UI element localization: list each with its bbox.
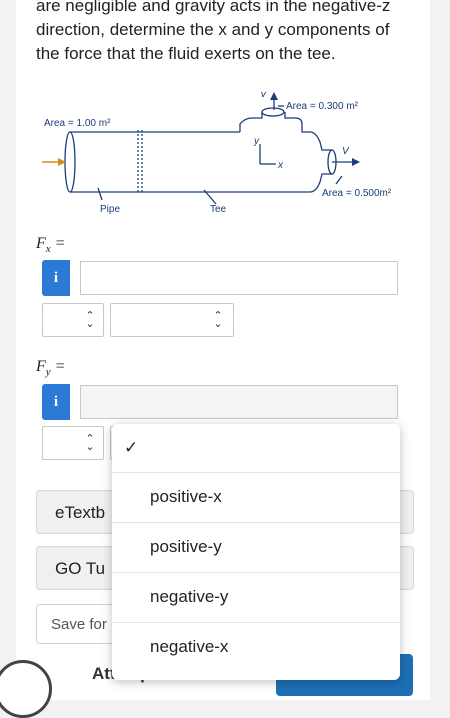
velocity-right-label: V xyxy=(342,146,350,157)
dropdown-item-positive-y[interactable]: positive-y xyxy=(112,522,400,572)
dropdown-item-empty[interactable]: ✓ xyxy=(112,424,400,472)
fy-label: Fy = xyxy=(36,358,65,378)
dropdown-item-positive-x[interactable]: positive-x xyxy=(112,472,400,522)
tee-label: Tee xyxy=(210,204,227,215)
fx-label: Fx = xyxy=(36,235,65,255)
problem-line-1: are negligible and gravity acts in the n… xyxy=(36,0,391,15)
area-top-label: Area = 0.300 m² xyxy=(286,101,359,112)
fx-units-select[interactable]: ⌃ ⌄ xyxy=(42,303,104,337)
chevron-updown-icon: ⌃ ⌄ xyxy=(85,310,95,330)
dropdown-item-label: positive-y xyxy=(150,537,222,556)
axis-y-label: y xyxy=(253,136,260,147)
problem-line-3: the force that the fluid exerts on the t… xyxy=(36,44,336,63)
dropdown-item-label: negative-x xyxy=(150,637,229,656)
problem-line-2: direction, determine the x and y compone… xyxy=(36,20,390,39)
fy-units-select[interactable]: ⌃ ⌄ xyxy=(42,426,104,460)
chevron-updown-icon: ⌃ ⌄ xyxy=(213,310,223,330)
pipe-label: Pipe xyxy=(100,204,120,215)
area-left-label: Area = 1.00 m² xyxy=(44,118,111,129)
area-right-label: Area = 0.500m² xyxy=(322,188,392,199)
direction-dropdown-menu: ✓ positive-x positive-y negative-y negat… xyxy=(112,424,400,680)
dropdown-item-negative-x[interactable]: negative-x xyxy=(112,622,400,680)
fx-label-eq: = xyxy=(50,235,66,252)
fx-info-button[interactable]: i xyxy=(42,260,70,296)
dropdown-item-label: negative-y xyxy=(150,587,229,606)
fx-direction-select[interactable]: ⌃ ⌄ xyxy=(110,303,234,337)
axis-x-label: x xyxy=(277,160,284,171)
fy-info-button[interactable]: i xyxy=(42,384,70,420)
dropdown-item-label: positive-x xyxy=(150,487,222,506)
velocity-top-label: V xyxy=(260,92,268,100)
fy-answer-input[interactable] xyxy=(80,385,398,419)
checkmark-icon: ✓ xyxy=(124,438,139,457)
fx-label-main: F xyxy=(36,235,46,252)
problem-statement: are negligible and gravity acts in the n… xyxy=(36,0,426,66)
fy-label-eq: = xyxy=(50,358,66,375)
fx-answer-input[interactable] xyxy=(80,261,398,295)
avatar[interactable] xyxy=(0,660,52,718)
pipe-tee-figure: Area = 1.00 m² Area = 0.300 m² Area = 0.… xyxy=(42,92,392,215)
fy-label-main: F xyxy=(36,358,46,375)
chevron-updown-icon: ⌃ ⌄ xyxy=(85,433,95,453)
dropdown-item-negative-y[interactable]: negative-y xyxy=(112,572,400,622)
